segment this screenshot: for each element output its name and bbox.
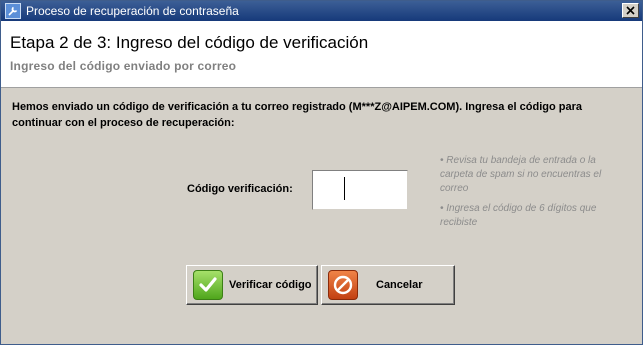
verification-code-input[interactable]: [312, 170, 408, 210]
hints-panel: • Revisa tu bandeja de entrada o la carp…: [440, 154, 630, 236]
cancel-button[interactable]: Cancelar: [321, 265, 455, 305]
step-subtitle: Ingreso del código enviado por correo: [10, 59, 237, 73]
step-header: Etapa 2 de 3: Ingreso del código de veri…: [1, 21, 642, 88]
close-button[interactable]: [622, 3, 639, 18]
text-caret: [344, 177, 345, 200]
close-icon: [626, 6, 635, 15]
verify-button-label: Verificar código: [229, 279, 312, 291]
step-title: Etapa 2 de 3: Ingreso del código de veri…: [10, 33, 369, 52]
cancel-icon: [328, 270, 358, 300]
title-bar[interactable]: Proceso de recuperación de contraseña: [1, 1, 642, 21]
verify-code-button[interactable]: Verificar código: [186, 265, 318, 305]
wrench-icon: [5, 3, 21, 19]
code-label: Código verificación:: [187, 183, 293, 195]
cancel-button-label: Cancelar: [376, 279, 423, 291]
instructions-text: Hemos enviado un código de verificación …: [12, 101, 583, 129]
hint-digits: • Ingresa el código de 6 dígitos que rec…: [440, 203, 597, 228]
check-icon: [193, 270, 223, 300]
recovery-dialog: Proceso de recuperación de contraseña Et…: [0, 0, 643, 345]
hint-spam: • Revisa tu bandeja de entrada o la carp…: [440, 155, 602, 194]
window-title: Proceso de recuperación de contraseña: [26, 4, 239, 18]
